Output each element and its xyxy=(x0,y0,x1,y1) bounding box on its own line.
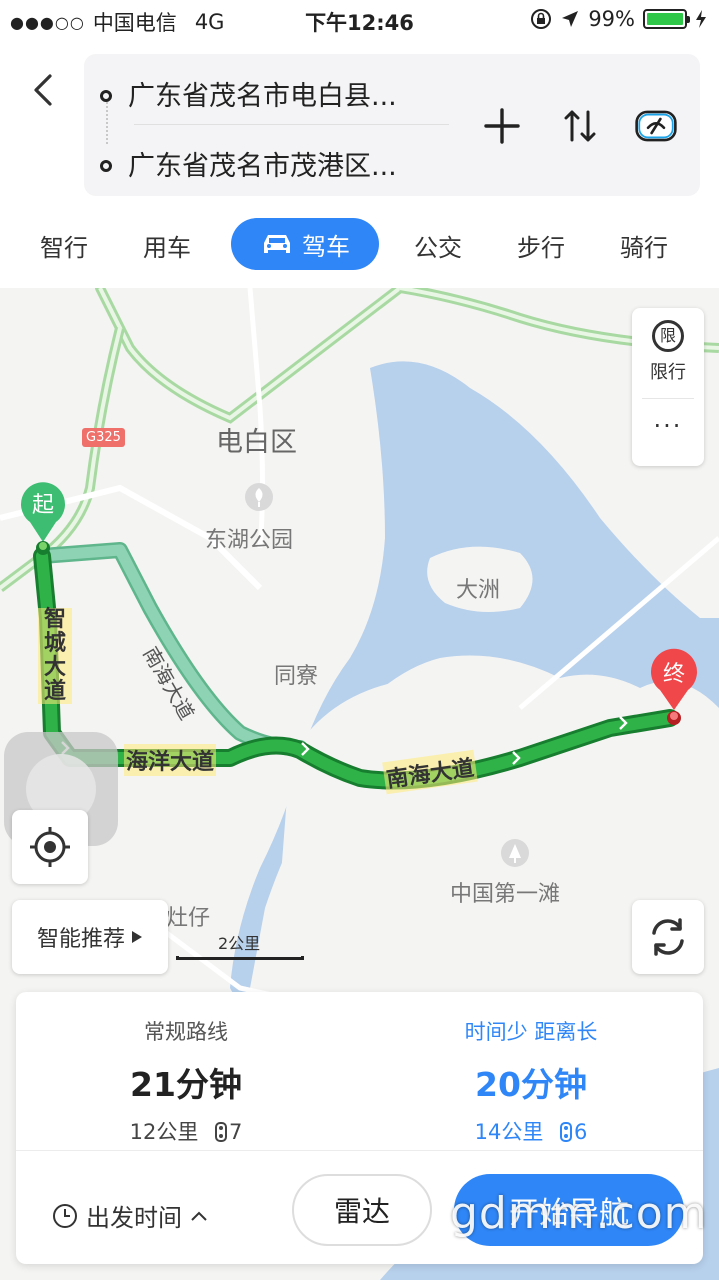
play-triangle-icon xyxy=(132,931,142,943)
route-connector xyxy=(106,102,108,144)
tab-smart[interactable]: 智行 xyxy=(40,228,88,263)
charging-bolt-icon xyxy=(696,10,706,28)
district-label: 电白区 xyxy=(216,427,297,458)
traffic-restriction-button[interactable]: 限 限行 xyxy=(632,316,704,396)
refresh-icon xyxy=(652,918,684,956)
swap-route-icon[interactable] xyxy=(558,104,602,148)
road-label-haiyang: 海洋大道 xyxy=(124,744,217,776)
tab-cycling[interactable]: 骑行 xyxy=(620,228,668,263)
add-waypoint-icon[interactable] xyxy=(480,104,524,148)
chevron-up-icon xyxy=(191,1211,207,1221)
status-bar: ●●●○○ 中国电信 4G 下午12:46 99% xyxy=(0,0,719,40)
park-poi-icon xyxy=(245,483,273,511)
route-option-faster[interactable]: 时间少 距离长 20分钟 14公里 6 xyxy=(361,1016,701,1146)
radar-button[interactable]: 雷达 xyxy=(292,1174,432,1246)
location-arrow-icon xyxy=(562,11,579,27)
traffic-light-icon xyxy=(215,1122,228,1142)
tab-ride-hailing[interactable]: 用车 xyxy=(143,228,191,263)
route-option-regular[interactable]: 常规路线 21分钟 12公里 7 xyxy=(16,1016,356,1146)
tab-walking[interactable]: 步行 xyxy=(517,228,565,263)
crosshair-icon xyxy=(30,827,70,867)
beach-poi-icon xyxy=(501,839,529,867)
restriction-icon: 限 xyxy=(652,320,684,352)
departure-time-button[interactable]: 出发时间 xyxy=(52,1198,208,1233)
tab-driving[interactable]: 驾车 xyxy=(231,218,379,270)
highway-shield: G325 xyxy=(82,428,125,447)
end-location-field[interactable]: 广东省茂名市茂港区... xyxy=(100,144,440,183)
beach-label: 中国第一滩 xyxy=(450,882,561,907)
transport-mode-tabs: 智行 用车 驾车 公交 步行 骑行 xyxy=(0,216,719,272)
refresh-button[interactable] xyxy=(632,900,704,974)
divider xyxy=(134,124,449,125)
locate-me-button[interactable] xyxy=(12,810,88,884)
start-marker[interactable]: 起 xyxy=(18,478,68,558)
route-input-panel: 广东省茂名市电白县... 广东省茂名市茂港区... xyxy=(84,54,700,196)
map-scale: 2公里 xyxy=(176,928,306,964)
rotation-lock-icon xyxy=(531,9,552,29)
divider xyxy=(642,398,694,399)
island-label: 大洲 xyxy=(456,578,501,603)
start-dot-icon xyxy=(100,89,112,102)
traffic-light-icon xyxy=(560,1122,573,1142)
back-arrow-icon[interactable] xyxy=(24,70,64,110)
village-label: 同寮 xyxy=(274,664,319,689)
watermark: gdmm.com xyxy=(450,1188,708,1239)
voice-route-icon[interactable] xyxy=(634,104,678,148)
map-tool-panel: 限 限行 ··· xyxy=(632,308,704,466)
start-location-field[interactable]: 广东省茂名市电白县... xyxy=(100,74,440,113)
tab-transit[interactable]: 公交 xyxy=(414,228,462,263)
park-label: 东湖公园 xyxy=(205,528,294,553)
route-header: 广东省茂名市电白县... 广东省茂名市茂港区... 智行 用车 驾车 公交 步行… xyxy=(0,40,719,288)
start-marker-label: 起 xyxy=(31,493,54,518)
road-label-zhicheng: 智城大道 xyxy=(38,608,72,704)
restriction-label: 限行 xyxy=(650,362,686,383)
car-icon xyxy=(264,235,290,253)
more-options-button[interactable]: ··· xyxy=(632,412,704,440)
end-marker[interactable]: 终 xyxy=(648,646,700,728)
end-marker-label: 终 xyxy=(662,662,685,687)
battery-icon xyxy=(643,9,690,29)
end-dot-icon xyxy=(100,159,112,172)
battery-percent: 99% xyxy=(588,7,635,31)
smart-recommend-button[interactable]: 智能推荐 xyxy=(12,900,168,974)
clock-icon xyxy=(53,1203,77,1228)
divider xyxy=(16,1150,703,1151)
